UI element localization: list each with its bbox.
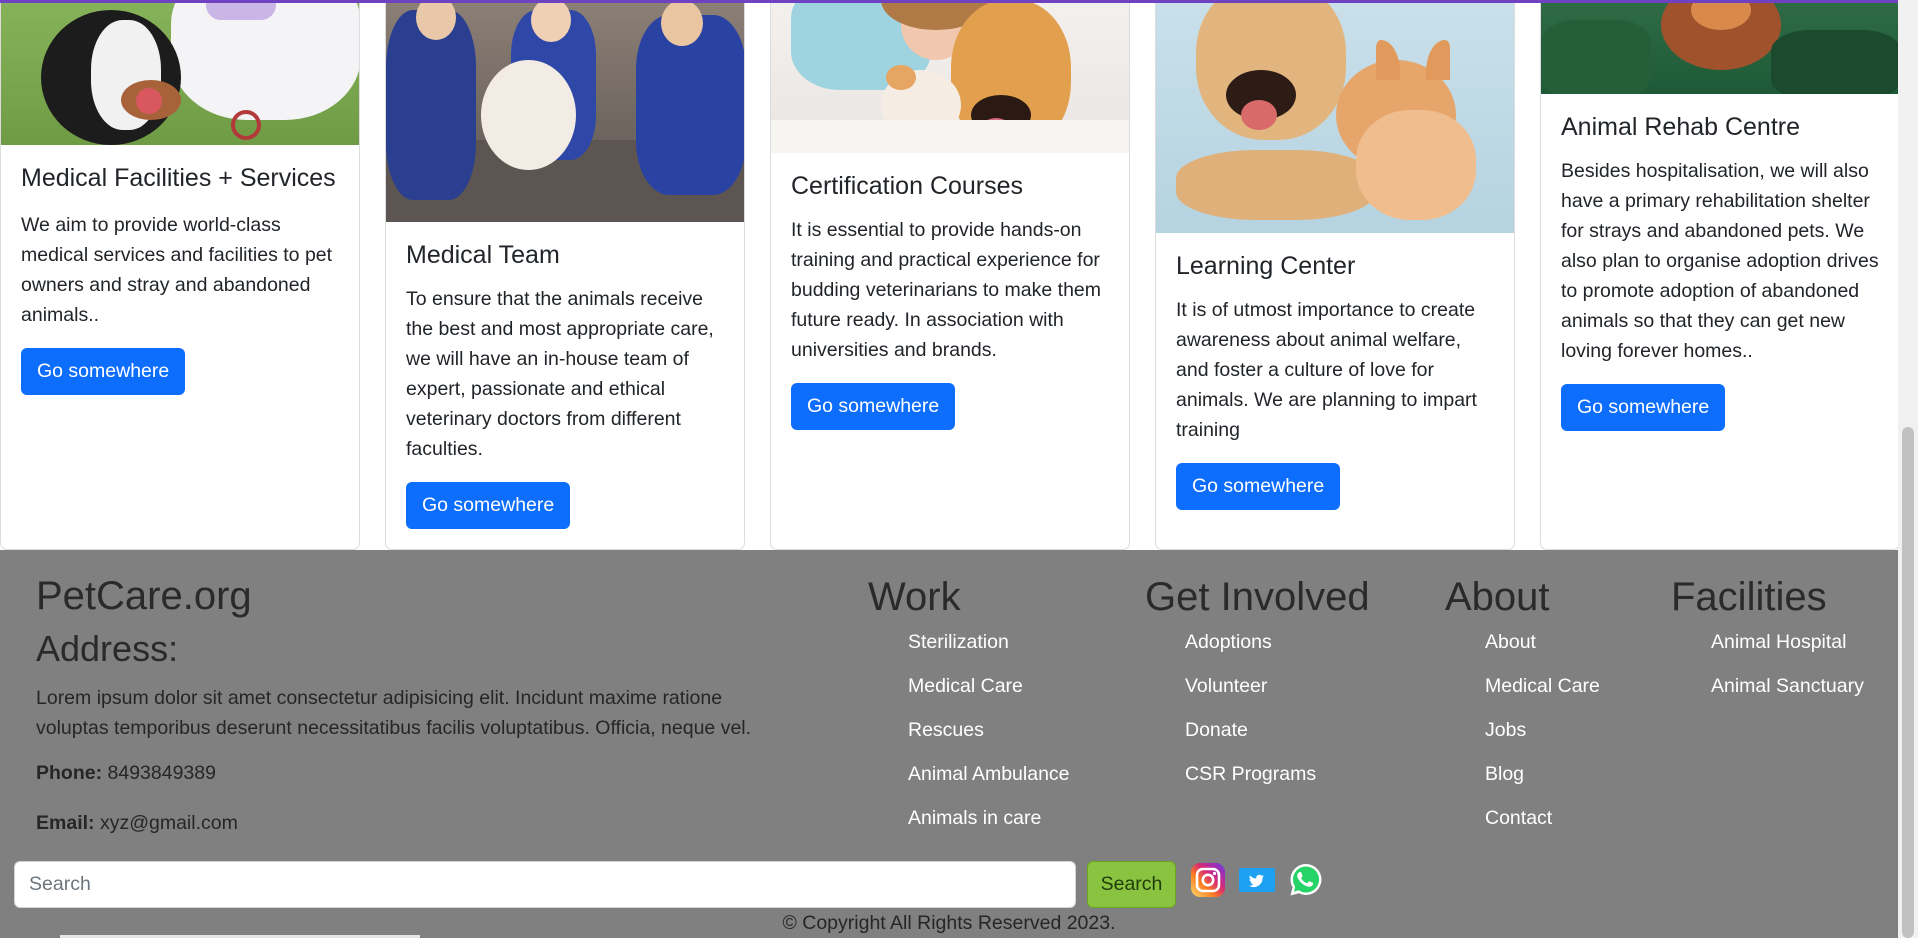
- footer-link-animal-sanctuary[interactable]: Animal Sanctuary: [1711, 675, 1864, 697]
- card-image: [1, 0, 359, 145]
- go-somewhere-button[interactable]: Go somewhere: [1561, 384, 1726, 431]
- card-title: Medical Team: [406, 241, 560, 269]
- card-title: Certification Courses: [791, 172, 1024, 200]
- card-animal-rehab-centre: Animal Rehab Centre Besides hospitalisat…: [1540, 0, 1900, 550]
- footer-link-rescues[interactable]: Rescues: [908, 719, 984, 741]
- go-somewhere-button[interactable]: Go somewhere: [1176, 463, 1341, 510]
- column-heading: Facilities: [1671, 575, 1827, 619]
- feature-cards-row: Medical Facilities + Services We aim to …: [0, 0, 1900, 550]
- footer-column-facilities: Facilities Animal Hospital Animal Sanctu…: [1671, 574, 1864, 718]
- scrollbar-thumb[interactable]: [1902, 427, 1914, 938]
- footer-link-animals-in-care[interactable]: Animals in care: [908, 807, 1041, 829]
- footer-link-about[interactable]: About: [1485, 631, 1536, 653]
- email-label: Email:: [36, 812, 95, 834]
- phone-number: 8493849389: [107, 762, 216, 784]
- footer-link-jobs[interactable]: Jobs: [1485, 719, 1526, 741]
- footer-link-medical-care-about[interactable]: Medical Care: [1485, 675, 1600, 697]
- card-text: To ensure that the animals receive the b…: [406, 288, 714, 460]
- card-text: It is of utmost importance to create awa…: [1176, 299, 1477, 441]
- whatsapp-icon[interactable]: [1288, 862, 1324, 898]
- go-somewhere-button[interactable]: Go somewhere: [406, 482, 571, 529]
- footer-link-blog[interactable]: Blog: [1485, 763, 1524, 785]
- card-image: [386, 0, 744, 222]
- card-title: Learning Center: [1176, 252, 1356, 280]
- footer-search-button[interactable]: Search: [1087, 861, 1176, 908]
- copyright-text: © Copyright All Rights Reserved 2023.: [782, 912, 1116, 934]
- footer-link-adoptions[interactable]: Adoptions: [1185, 631, 1272, 653]
- footer-link-csr-programs[interactable]: CSR Programs: [1185, 763, 1316, 785]
- go-somewhere-button[interactable]: Go somewhere: [791, 383, 956, 430]
- footer-link-volunteer[interactable]: Volunteer: [1185, 675, 1267, 697]
- footer-column-about: About About Medical Care Jobs Blog Conta…: [1445, 574, 1600, 850]
- go-somewhere-button[interactable]: Go somewhere: [21, 348, 186, 395]
- card-title: Animal Rehab Centre: [1561, 113, 1801, 141]
- card-text: Besides hospitalisation, we will also ha…: [1561, 160, 1879, 362]
- phone-label: Phone:: [36, 762, 103, 784]
- footer-link-animal-ambulance[interactable]: Animal Ambulance: [908, 763, 1070, 785]
- footer-column-get-involved: Get Involved Adoptions Volunteer Donate …: [1145, 574, 1370, 806]
- email-line: Email: xyz@gmail.com: [36, 812, 238, 835]
- card-text: It is essential to provide hands-on trai…: [791, 219, 1102, 361]
- address-heading: Address:: [36, 628, 179, 669]
- card-image: [1541, 0, 1899, 94]
- card-image: [771, 0, 1129, 153]
- instagram-icon[interactable]: [1190, 862, 1226, 898]
- card-medical-team: Medical Team To ensure that the animals …: [385, 0, 745, 550]
- footer-link-medical-care[interactable]: Medical Care: [908, 675, 1023, 697]
- footer-link-sterilization[interactable]: Sterilization: [908, 631, 1009, 653]
- phone-line: Phone: 8493849389: [36, 762, 216, 785]
- column-heading: Work: [868, 575, 961, 619]
- column-heading: Get Involved: [1145, 575, 1370, 619]
- card-image: [1156, 0, 1514, 233]
- card-medical-facilities: Medical Facilities + Services We aim to …: [0, 0, 360, 550]
- footer-link-animal-hospital[interactable]: Animal Hospital: [1711, 631, 1846, 653]
- card-title: Medical Facilities + Services: [21, 164, 336, 192]
- twitter-icon[interactable]: [1239, 868, 1275, 892]
- top-accent-line: [0, 0, 1898, 3]
- column-heading: About: [1445, 575, 1550, 619]
- site-footer: PetCare.org Address: Lorem ipsum dolor s…: [0, 550, 1898, 938]
- footer-search-input[interactable]: [14, 861, 1076, 908]
- card-learning-center: Learning Center It is of utmost importan…: [1155, 0, 1515, 550]
- footer-column-work: Work Sterilization Medical Care Rescues …: [868, 574, 1070, 850]
- card-text: We aim to provide world-class medical se…: [21, 214, 333, 326]
- footer-brand: PetCare.org: [36, 574, 252, 618]
- page-scrollbar[interactable]: [1898, 0, 1918, 938]
- footer-link-contact[interactable]: Contact: [1485, 807, 1552, 829]
- address-text: Lorem ipsum dolor sit amet consectetur a…: [36, 687, 752, 739]
- footer-link-donate[interactable]: Donate: [1185, 719, 1248, 741]
- card-certification-courses: Certification Courses It is essential to…: [770, 0, 1130, 550]
- email-address: xyz@gmail.com: [99, 812, 238, 834]
